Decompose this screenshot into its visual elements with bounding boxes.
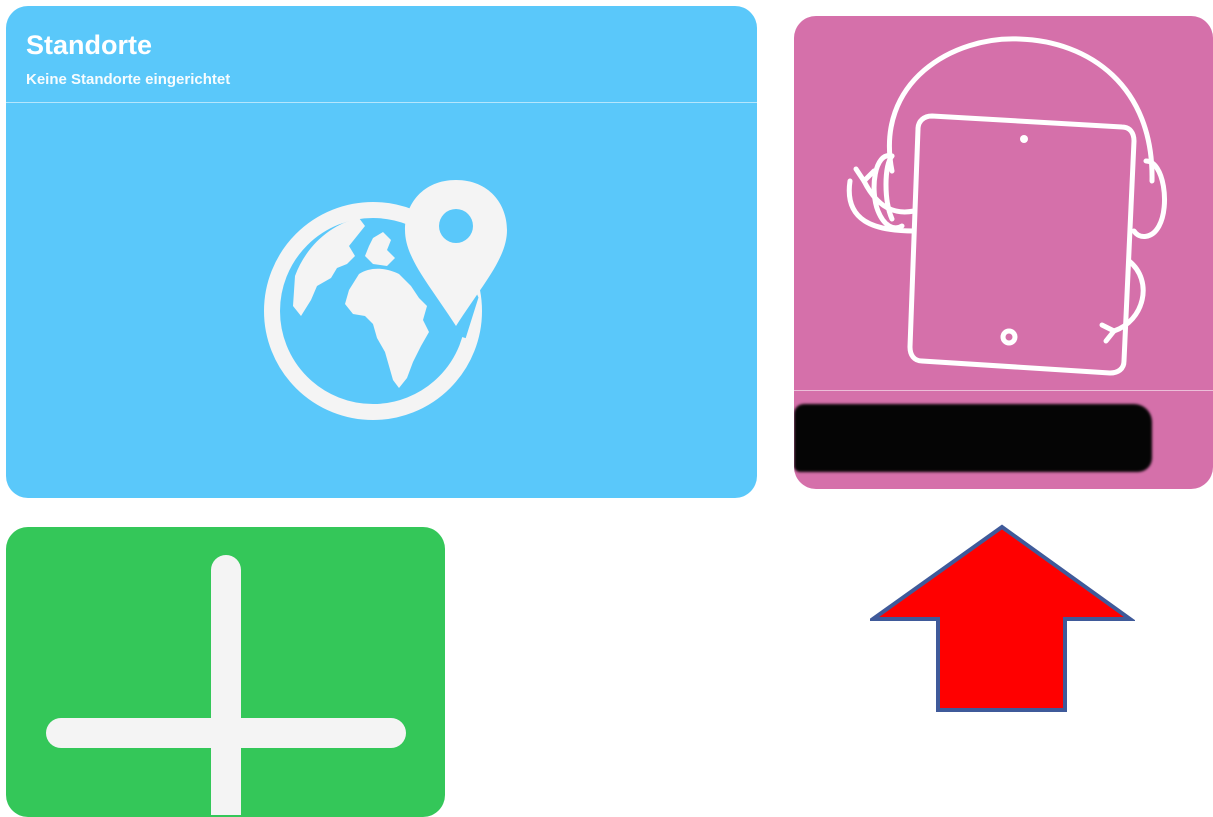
red-arrow-up-icon <box>870 524 1135 712</box>
locations-card-header: Standorte Keine Standorte eingerichtet <box>6 6 757 103</box>
locations-card-subtitle: Keine Standorte eingerichtet <box>26 71 231 88</box>
locations-card[interactable]: Standorte Keine Standorte eingerichtet <box>6 6 757 498</box>
ipad-card[interactable] <box>794 16 1213 489</box>
locations-card-title: Standorte <box>26 30 153 60</box>
ipad-with-headphones-illustration <box>846 36 1167 376</box>
redacted-label <box>794 404 1152 472</box>
plus-icon <box>46 555 406 815</box>
globe-location-pin-icon <box>264 180 507 420</box>
ipad-card-divider <box>794 390 1213 391</box>
add-card[interactable] <box>6 527 445 817</box>
